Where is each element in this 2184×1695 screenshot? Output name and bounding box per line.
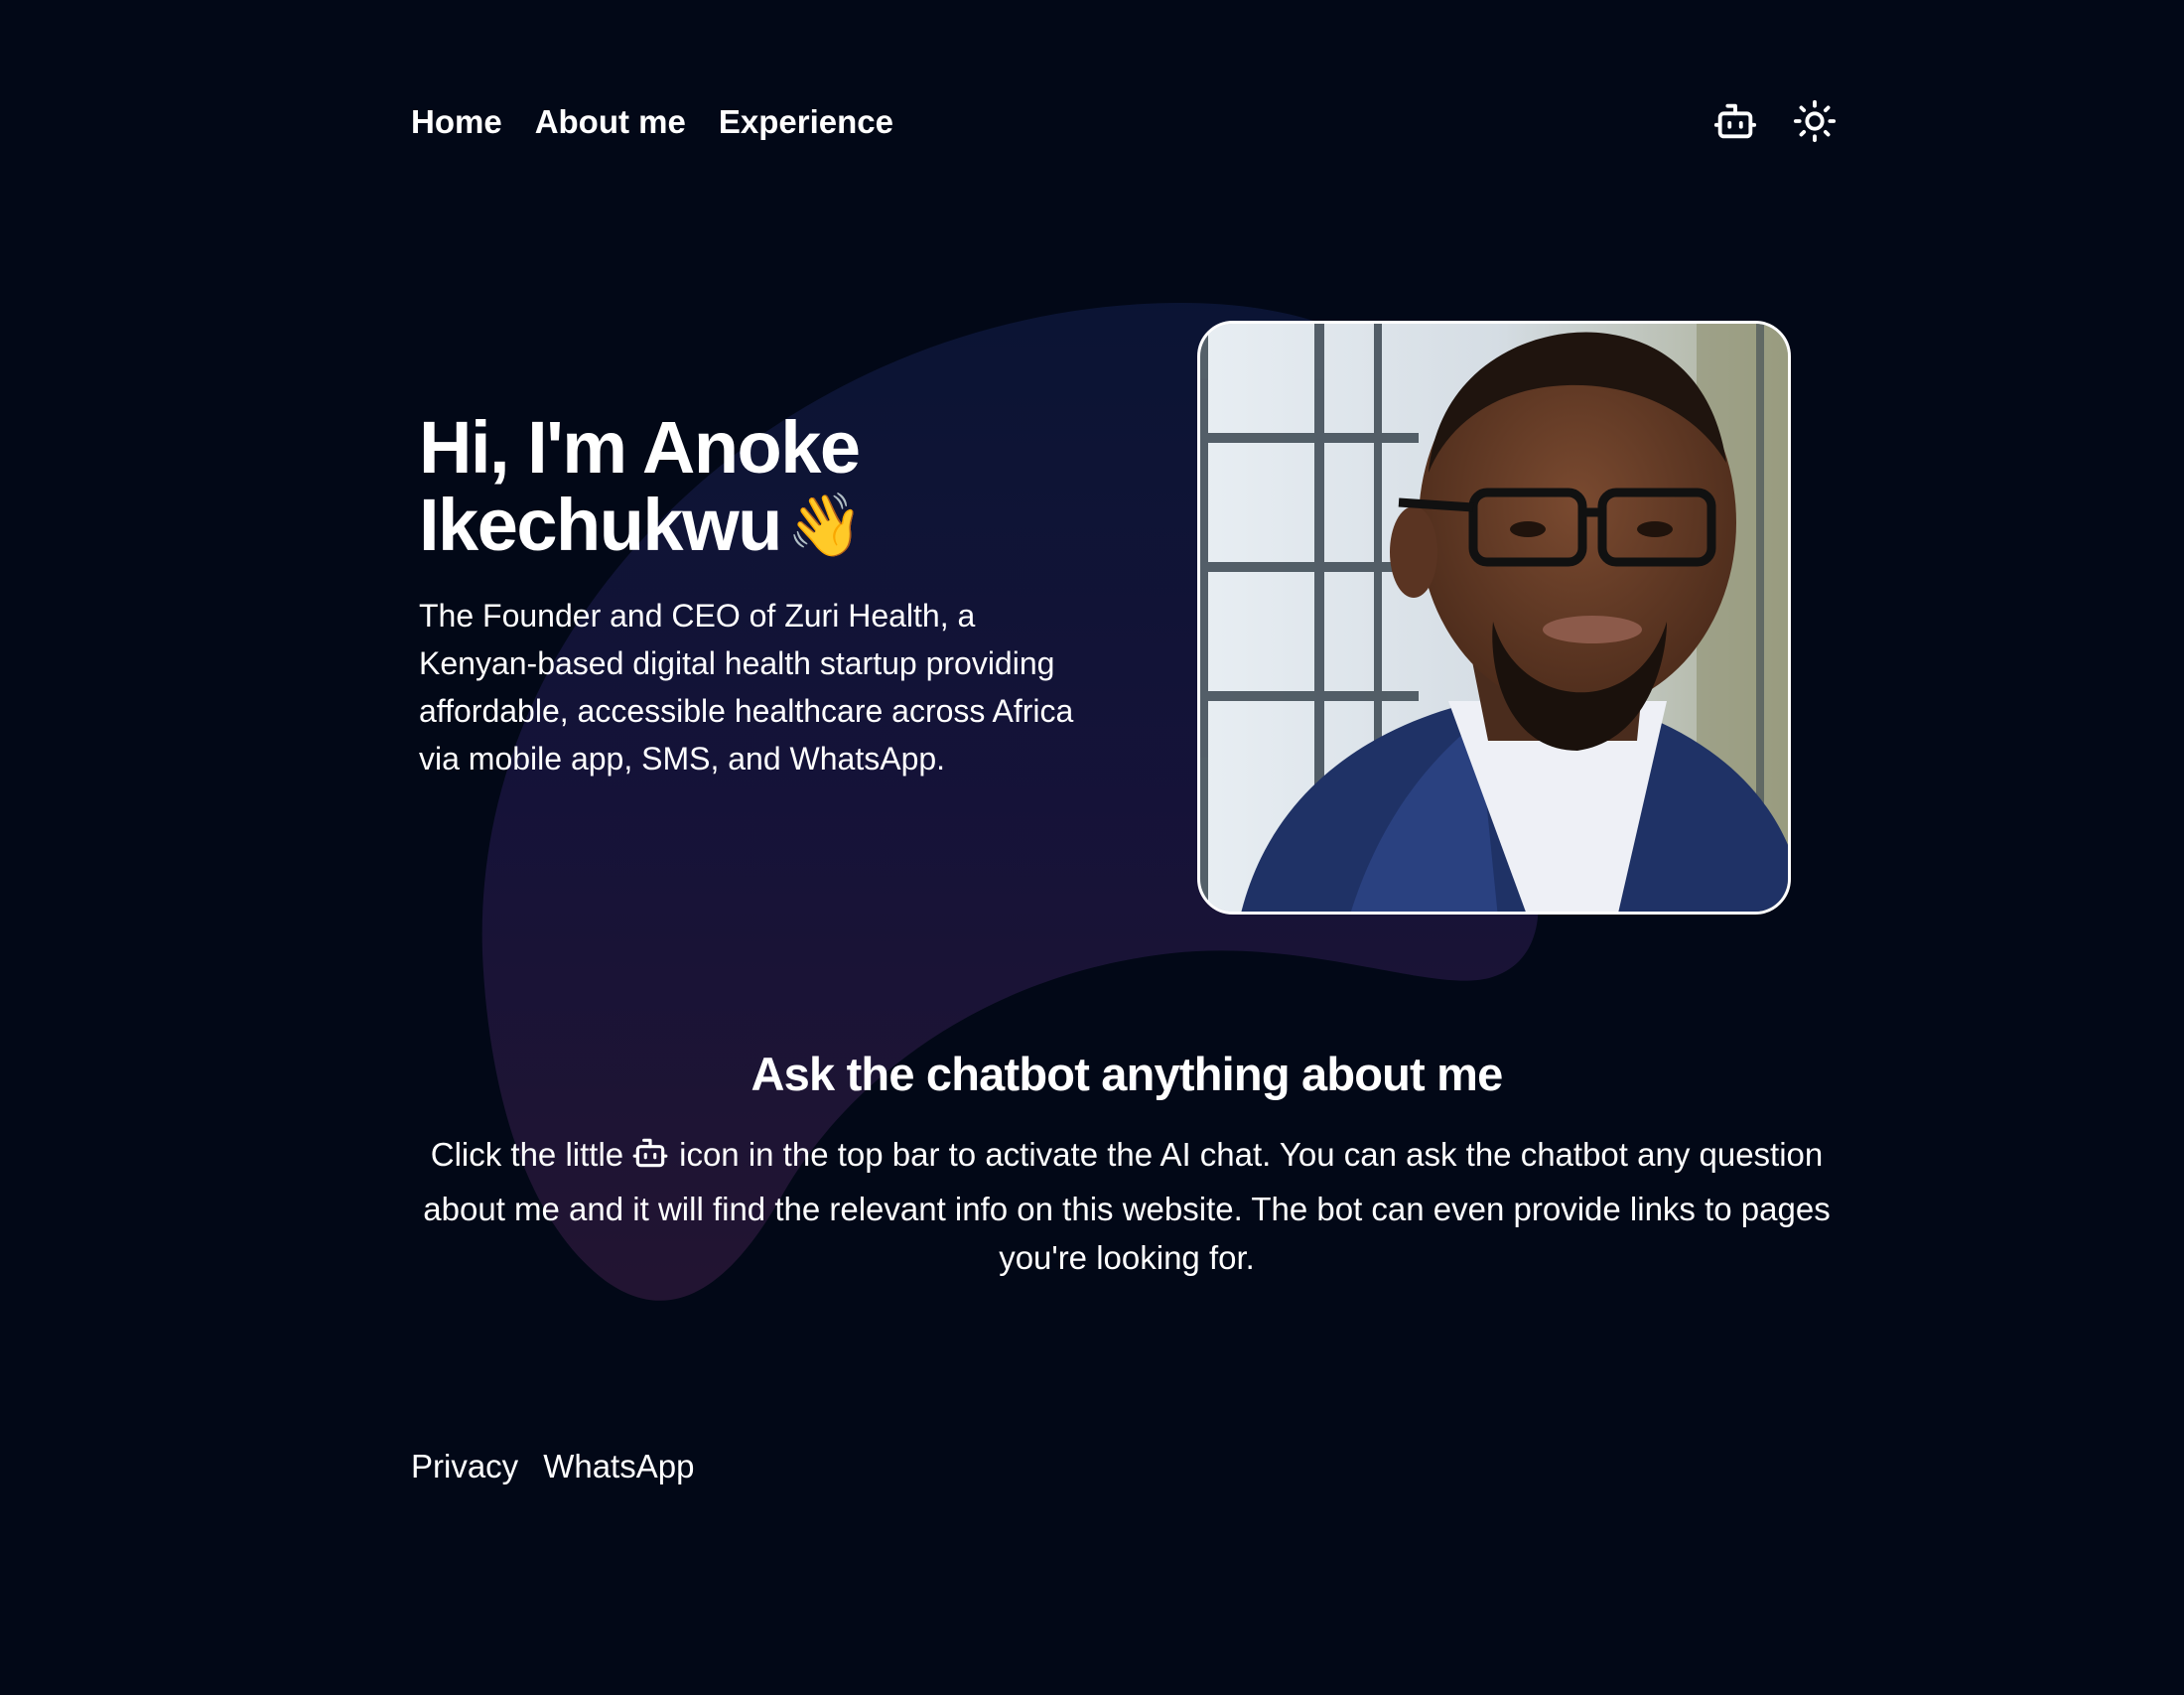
theme-toggle-button[interactable]: [1789, 95, 1841, 147]
footer-link-privacy[interactable]: Privacy: [411, 1444, 518, 1489]
sun-icon: [1793, 99, 1837, 143]
background-blob: [481, 303, 1539, 1301]
profile-photo: [1197, 321, 1791, 915]
chatbot-section-description: Click the little icon in the top bar to …: [417, 1130, 1837, 1282]
chatbot-toggle-button[interactable]: [1709, 95, 1761, 147]
profile-photo-illustration: [1200, 324, 1788, 912]
inline-bot-icon: [631, 1134, 669, 1185]
nav-link-home[interactable]: Home: [411, 99, 502, 145]
nav-link-experience[interactable]: Experience: [719, 99, 893, 145]
bot-icon: [1713, 103, 1757, 139]
waving-hand-emoji: 👋: [786, 492, 864, 560]
hero-title: Hi, I'm Anoke Ikechukwu👋: [419, 409, 1114, 565]
chatbot-text-before-icon: Click the little: [430, 1136, 624, 1173]
page: Home About me Experience Hi, I'm Anoke I…: [0, 0, 2184, 1695]
top-nav: Home About me Experience: [411, 99, 893, 145]
footer: Privacy WhatsApp: [411, 1444, 694, 1489]
footer-link-whatsapp[interactable]: WhatsApp: [543, 1444, 694, 1489]
hero-description: The Founder and CEO of Zuri Health, a Ke…: [419, 598, 1074, 777]
nav-icon-group: [1709, 95, 1841, 147]
nav-link-about-me[interactable]: About me: [535, 99, 686, 145]
chatbot-section-heading: Ask the chatbot anything about me: [751, 1048, 1504, 1100]
